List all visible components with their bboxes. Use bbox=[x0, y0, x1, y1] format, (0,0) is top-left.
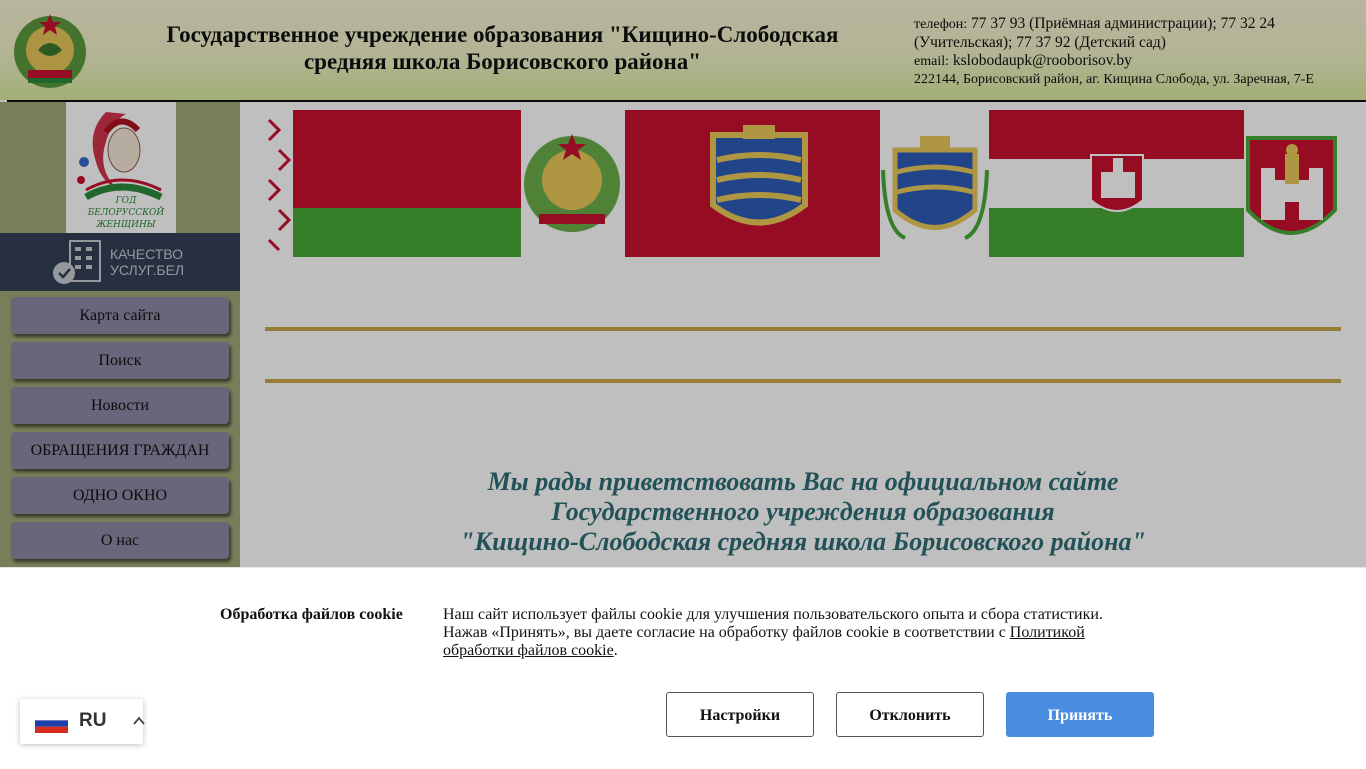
nav-news-button[interactable]: Новости bbox=[11, 387, 229, 424]
cookie-accept-button[interactable]: Принять bbox=[1006, 692, 1154, 737]
gold-divider-bottom bbox=[265, 379, 1341, 383]
cookie-title: Обработка файлов cookie bbox=[220, 606, 403, 623]
site-header: Государственное учреждение образования "… bbox=[0, 0, 1366, 100]
quality-line2: УСЛУГ.БЕЛ bbox=[110, 262, 185, 278]
belarus-flag-icon bbox=[265, 110, 521, 257]
email-value[interactable]: kslobodaupk@rooborisov.by bbox=[953, 52, 1132, 69]
phone-label: телефон: bbox=[914, 17, 968, 32]
year-logo-line2: БЕЛОРУССКОЙ bbox=[87, 206, 165, 218]
language-switcher[interactable]: RU bbox=[20, 699, 145, 744]
chevron-up-icon bbox=[133, 716, 145, 725]
welcome-line1: Мы рады приветствовать Вас на официально… bbox=[487, 467, 1119, 496]
quality-line1: КАЧЕСТВО bbox=[110, 246, 184, 262]
borisov-emblem-icon bbox=[1246, 136, 1337, 235]
quality-services-banner[interactable]: КАЧЕСТВО УСЛУГ.БЕЛ bbox=[0, 233, 240, 291]
email-label: email: bbox=[914, 54, 949, 69]
cookie-text-body: Наш сайт использует файлы cookie для улу… bbox=[443, 606, 1103, 641]
belarus-state-emblem-icon bbox=[524, 134, 620, 232]
phone-value: 77 37 93 (Приёмная администрации); 77 32… bbox=[914, 15, 1275, 51]
welcome-line3: "Кищино-Слободская средняя школа Борисов… bbox=[460, 527, 1146, 556]
cookie-text-end: . bbox=[613, 642, 618, 659]
russia-flag-icon bbox=[35, 714, 68, 733]
year-of-belarusian-women-logo[interactable]: ГОД БЕЛОРУССКОЙ ЖЕНЩИНЫ bbox=[66, 102, 176, 234]
minsk-region-emblem-icon bbox=[881, 130, 989, 250]
nav-one-window-button[interactable]: ОДНО ОКНО bbox=[11, 477, 229, 514]
year-logo-line3: ЖЕНЩИНЫ bbox=[95, 220, 155, 230]
contact-info: телефон: 77 37 93 (Приёмная администраци… bbox=[914, 15, 1354, 89]
minsk-region-flag-icon bbox=[625, 110, 880, 257]
cookie-settings-button[interactable]: Настройки bbox=[666, 692, 814, 737]
cookie-reject-button[interactable]: Отклонить bbox=[836, 692, 984, 737]
nav-citizen-appeals-button[interactable]: ОБРАЩЕНИЯ ГРАЖДАН bbox=[11, 432, 229, 469]
cookie-consent-panel: Обработка файлов cookie Наш сайт использ… bbox=[0, 567, 1366, 769]
borisov-flag-icon bbox=[989, 110, 1244, 257]
nav-about-us-button[interactable]: О нас bbox=[11, 522, 229, 559]
cookie-text: Наш сайт использует файлы cookie для улу… bbox=[443, 606, 1123, 660]
welcome-message: Мы рады приветствовать Вас на официально… bbox=[265, 467, 1341, 557]
gold-divider-top bbox=[265, 327, 1341, 331]
belarus-emblem-icon[interactable] bbox=[10, 10, 90, 90]
address: 222144, Борисовский район, аг. Кищина Сл… bbox=[914, 72, 1314, 87]
nav-search-button[interactable]: Поиск bbox=[11, 342, 229, 379]
page-title: Государственное учреждение образования "… bbox=[166, 22, 839, 74]
language-code: RU bbox=[79, 710, 107, 731]
quality-services-text: КАЧЕСТВО УСЛУГ.БЕЛ bbox=[110, 246, 184, 278]
nav-site-map-button[interactable]: Карта сайта bbox=[11, 297, 229, 334]
flags-emblems-banner bbox=[265, 110, 1337, 257]
year-logo-line1: ГОД bbox=[115, 196, 137, 206]
welcome-line2: Государственного учреждения образования bbox=[551, 497, 1055, 526]
building-check-icon bbox=[53, 240, 101, 284]
